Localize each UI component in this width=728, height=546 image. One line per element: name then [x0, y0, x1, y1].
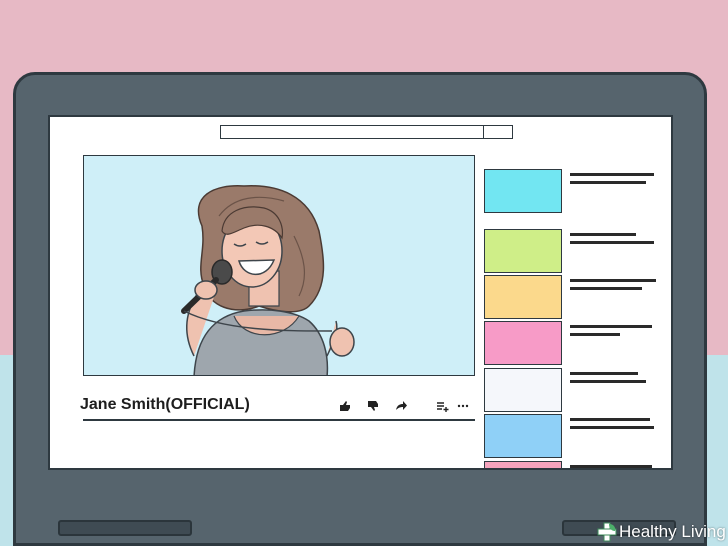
laptop-hinge-left: [58, 520, 192, 536]
video-player[interactable]: [83, 155, 475, 376]
video-title: Jane Smith(OFFICIAL): [80, 396, 250, 413]
add-to-queue-icon[interactable]: [436, 399, 450, 413]
recommended-title-line[interactable]: [570, 279, 656, 282]
thumbs-up-icon[interactable]: [338, 399, 352, 413]
address-bar[interactable]: [220, 125, 513, 139]
recommended-thumbnail[interactable]: [484, 368, 562, 412]
recommended-title-line[interactable]: [570, 173, 654, 176]
recommended-meta-line: [570, 287, 642, 290]
recommended-title-line[interactable]: [570, 233, 636, 236]
plus-leaf-icon: [597, 522, 617, 542]
search-button[interactable]: [483, 126, 512, 138]
recommended-thumbnail[interactable]: [484, 414, 562, 458]
more-icon[interactable]: [456, 399, 470, 413]
video-actions: [338, 399, 473, 413]
recommended-thumbnail[interactable]: [484, 461, 562, 468]
recommended-thumbnail[interactable]: [484, 321, 562, 365]
recommended-thumbnail[interactable]: [484, 169, 562, 213]
recommended-meta-line: [570, 380, 646, 383]
brand-watermark: Healthy Living: [597, 521, 728, 543]
share-arrow-icon[interactable]: [394, 399, 408, 413]
recommended-meta-line: [570, 426, 654, 429]
brand-name: Healthy Living: [619, 522, 726, 541]
recommended-title-line[interactable]: [570, 418, 650, 421]
recommended-meta-line: [570, 241, 654, 244]
recommended-title-line[interactable]: [570, 372, 638, 375]
recommended-title-line[interactable]: [570, 325, 652, 328]
singer-illustration: [181, 185, 355, 375]
thumbs-down-icon[interactable]: [366, 399, 380, 413]
recommended-thumbnail[interactable]: [484, 275, 562, 319]
browser-window: Jane Smith(OFFICIAL): [48, 115, 673, 470]
recommended-meta-line: [570, 333, 620, 336]
recommended-sidebar: [484, 169, 664, 468]
recommended-title-line[interactable]: [570, 465, 652, 468]
recommended-meta-line: [570, 181, 646, 184]
recommended-thumbnail[interactable]: [484, 229, 562, 273]
title-divider: [83, 419, 475, 421]
